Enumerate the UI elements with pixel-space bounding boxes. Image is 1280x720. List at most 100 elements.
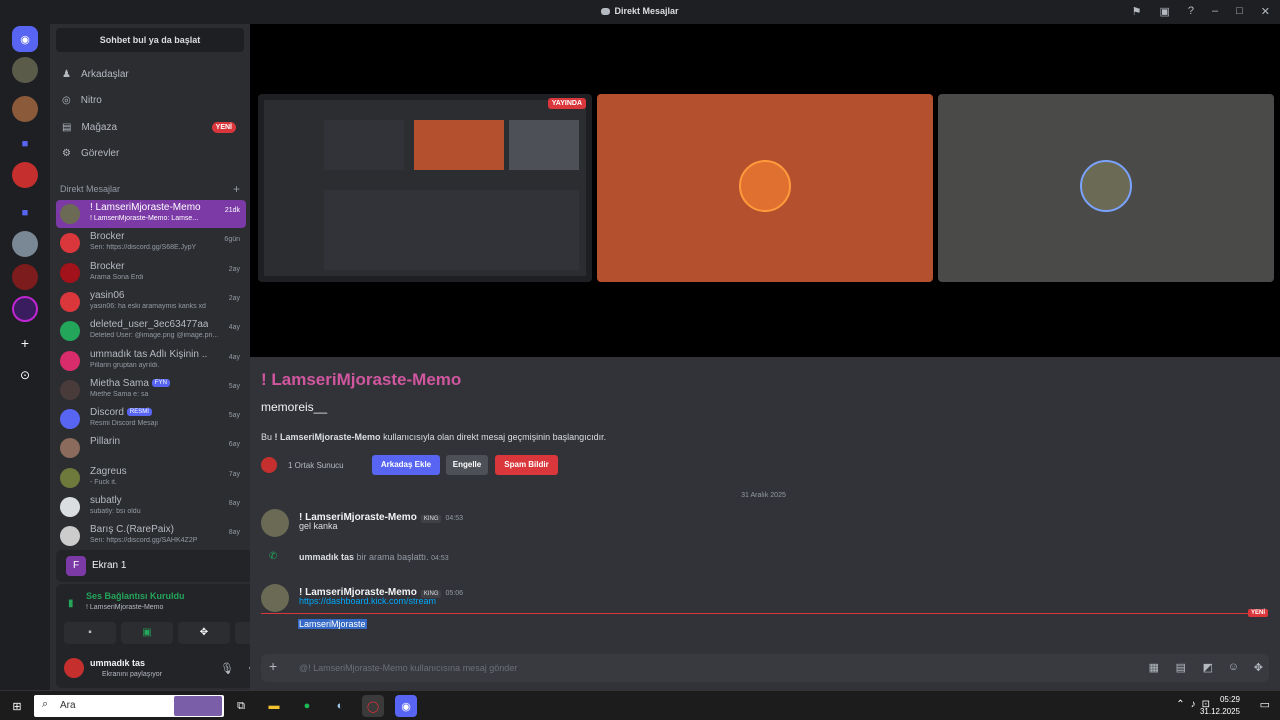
- dm-item[interactable]: Barış C.(RarePaix) Sen: https://discord.g…: [56, 522, 246, 550]
- dm-preview: Miethe Sama e: sa: [90, 390, 149, 398]
- find-conversation-button[interactable]: Sohbet bul ya da başlat: [56, 28, 244, 52]
- search-icon: ⌕: [42, 698, 49, 710]
- gif-icon[interactable]: ▤: [1176, 661, 1186, 674]
- new-badge: YENİ: [1247, 609, 1268, 617]
- mic-icon[interactable]: 🎙: [220, 662, 234, 675]
- selected-text[interactable]: LamseriMjoraste: [298, 619, 367, 629]
- nav-shop[interactable]: ▤ Mağaza YENİ: [56, 115, 244, 139]
- dm-item[interactable]: ummadık tas Adlı Kişinin ... Pillarin gru…: [56, 347, 246, 375]
- inbox-icon[interactable]: ⚑: [1132, 5, 1142, 18]
- taskbar: ⊞ ⌕ Ara ⧉ ▬ ● ◐ ◯ ◉ ⌃♪⊡ 05:29 31.12.2025…: [0, 690, 1280, 720]
- dm-item[interactable]: yasin06 yasin06: ha eski aramaymis kanks …: [56, 288, 246, 316]
- dm-item[interactable]: subatly subatly: bsı oldu 8ay: [56, 493, 246, 521]
- camera-button[interactable]: ▪: [64, 622, 116, 644]
- activities-button[interactable]: ✥: [178, 622, 230, 644]
- friends-icon: ♟: [62, 68, 71, 80]
- server-icon[interactable]: [12, 296, 38, 322]
- dm-item[interactable]: Zagreus - Fuck it. 7ay: [56, 464, 246, 492]
- mutual-servers[interactable]: 1 Ortak Sunucu: [288, 461, 344, 470]
- chat-intro: Bu ! LamseriMjoraste-Memo kullanıcısıyla…: [261, 432, 607, 442]
- avatar: [60, 233, 80, 254]
- dm-time: 2ay: [228, 294, 240, 302]
- emoji-icon[interactable]: ☺: [1228, 661, 1239, 673]
- dm-item[interactable]: Brocker Sen: https://discord.gg/S68E.JypY…: [56, 229, 246, 257]
- nav-friends[interactable]: ♟ Arkadaşlar: [56, 62, 244, 86]
- attach-icon[interactable]: +: [269, 658, 277, 674]
- dm-time: 5ay: [228, 412, 240, 420]
- help-icon[interactable]: ?: [1188, 5, 1194, 18]
- role-badge: KING: [420, 515, 442, 523]
- close-button[interactable]: ✕: [1261, 5, 1270, 18]
- new-badge: YENİ: [211, 121, 236, 133]
- windows-start-icon[interactable]: ⊞: [6, 695, 28, 717]
- home-button[interactable]: ◉: [12, 26, 38, 52]
- clock-date[interactable]: 31.12.2025: [1200, 707, 1240, 716]
- sticker-icon[interactable]: ◩: [1203, 661, 1213, 674]
- dm-tag: FYN: [151, 379, 170, 388]
- avatar: [1080, 160, 1132, 212]
- dm-time: 6gün: [224, 236, 240, 244]
- block-button[interactable]: Engelle: [446, 455, 488, 475]
- avatar: [60, 321, 80, 342]
- user-name: ummadık tas: [90, 658, 146, 668]
- dm-preview: Sen: https://discord.gg/SAHK4Z2P: [90, 537, 198, 545]
- nav-nitro[interactable]: ◎ Nitro: [56, 88, 244, 112]
- dm-item[interactable]: Pillarin 6ay: [56, 434, 246, 462]
- report-spam-button[interactable]: Spam Bildir: [495, 455, 558, 475]
- avatar[interactable]: [261, 584, 289, 612]
- server-list: ◉ ■ ■ + ⊙: [0, 24, 50, 690]
- add-friend-button[interactable]: Arkadaş Ekle: [372, 455, 440, 475]
- dm-preview: subatly: bsı oldu: [90, 508, 141, 515]
- date-divider: 31 Aralık 2025: [741, 492, 786, 499]
- task-view-icon[interactable]: ⧉: [230, 695, 252, 717]
- maximize-button[interactable]: □: [1236, 5, 1243, 18]
- screen-icon[interactable]: ▣: [1159, 5, 1169, 18]
- message: ! LamseriMjoraste-Memo KING 04:53 gel kank…: [261, 507, 1261, 543]
- dm-name: yasin06: [90, 289, 125, 301]
- notification-icon[interactable]: ▭: [1260, 698, 1270, 711]
- folder-icon[interactable]: ■: [12, 200, 38, 226]
- nav-quests[interactable]: ⚙ Görevler: [56, 141, 244, 165]
- discord-taskbar-icon[interactable]: ◉: [395, 695, 417, 717]
- dm-item[interactable]: deleted_user_3ec63477aa... Deleted User: …: [56, 317, 246, 345]
- live-badge: YAYINDA: [547, 98, 586, 109]
- add-dm-icon[interactable]: +: [233, 182, 240, 196]
- dm-item[interactable]: Brocker Arama Sona Erdi 2ay: [56, 259, 246, 287]
- dm-tag: RESMİ: [126, 408, 152, 417]
- server-icon[interactable]: [12, 231, 38, 257]
- dm-time: 21dk: [224, 207, 240, 214]
- server-icon[interactable]: [12, 264, 38, 290]
- dm-name: Discord RESMİ: [90, 407, 208, 418]
- avatar: [60, 467, 80, 488]
- dm-item[interactable]: Discord RESMİ Resmi Discord Mesajı 5ay: [56, 405, 246, 433]
- spotify-icon[interactable]: ●: [296, 695, 318, 717]
- add-server-icon[interactable]: +: [12, 330, 38, 356]
- search-highlight-image: [174, 696, 222, 716]
- minimize-button[interactable]: –: [1212, 5, 1218, 18]
- stream-tile[interactable]: YAYINDA: [258, 94, 592, 282]
- gift-icon[interactable]: ▦: [1149, 661, 1159, 674]
- server-icon[interactable]: [12, 96, 38, 122]
- participant-tile[interactable]: [597, 94, 933, 282]
- file-explorer-icon[interactable]: ▬: [263, 695, 285, 717]
- server-icon[interactable]: [12, 162, 38, 188]
- dm-item[interactable]: ! LamseriMjoraste-Memo ! LamseriMjoraste-…: [56, 200, 246, 228]
- title-bar: Direkt Mesajlar ⚑ ▣ ? – □ ✕: [0, 0, 1280, 24]
- apps-icon[interactable]: ✥: [1254, 661, 1263, 674]
- taskbar-search[interactable]: ⌕ Ara: [34, 695, 224, 717]
- clock-time[interactable]: 05:29: [1220, 695, 1240, 704]
- message-input[interactable]: + @! LamseriMjoraste-Memo kullanıcısına …: [261, 654, 1269, 682]
- voice-status[interactable]: Ses Bağlantısı Kuruldu: [86, 591, 185, 601]
- server-icon[interactable]: [12, 57, 38, 83]
- dm-name: deleted_user_3ec63477aa...: [90, 319, 208, 331]
- folder-icon[interactable]: ■: [12, 131, 38, 157]
- discover-icon[interactable]: ⊙: [12, 362, 38, 388]
- screen-share-button[interactable]: ▣: [121, 622, 173, 644]
- message-link[interactable]: https://dashboard.kick.com/stream: [299, 596, 436, 606]
- opera-icon[interactable]: ◯: [362, 695, 384, 717]
- avatar[interactable]: [64, 658, 84, 678]
- dm-item[interactable]: Mietha Sama FYN Miethe Sama e: sa 5ay: [56, 376, 246, 404]
- avatar[interactable]: [261, 509, 289, 537]
- steam-icon[interactable]: ◐: [329, 695, 351, 717]
- participant-tile[interactable]: [938, 94, 1274, 282]
